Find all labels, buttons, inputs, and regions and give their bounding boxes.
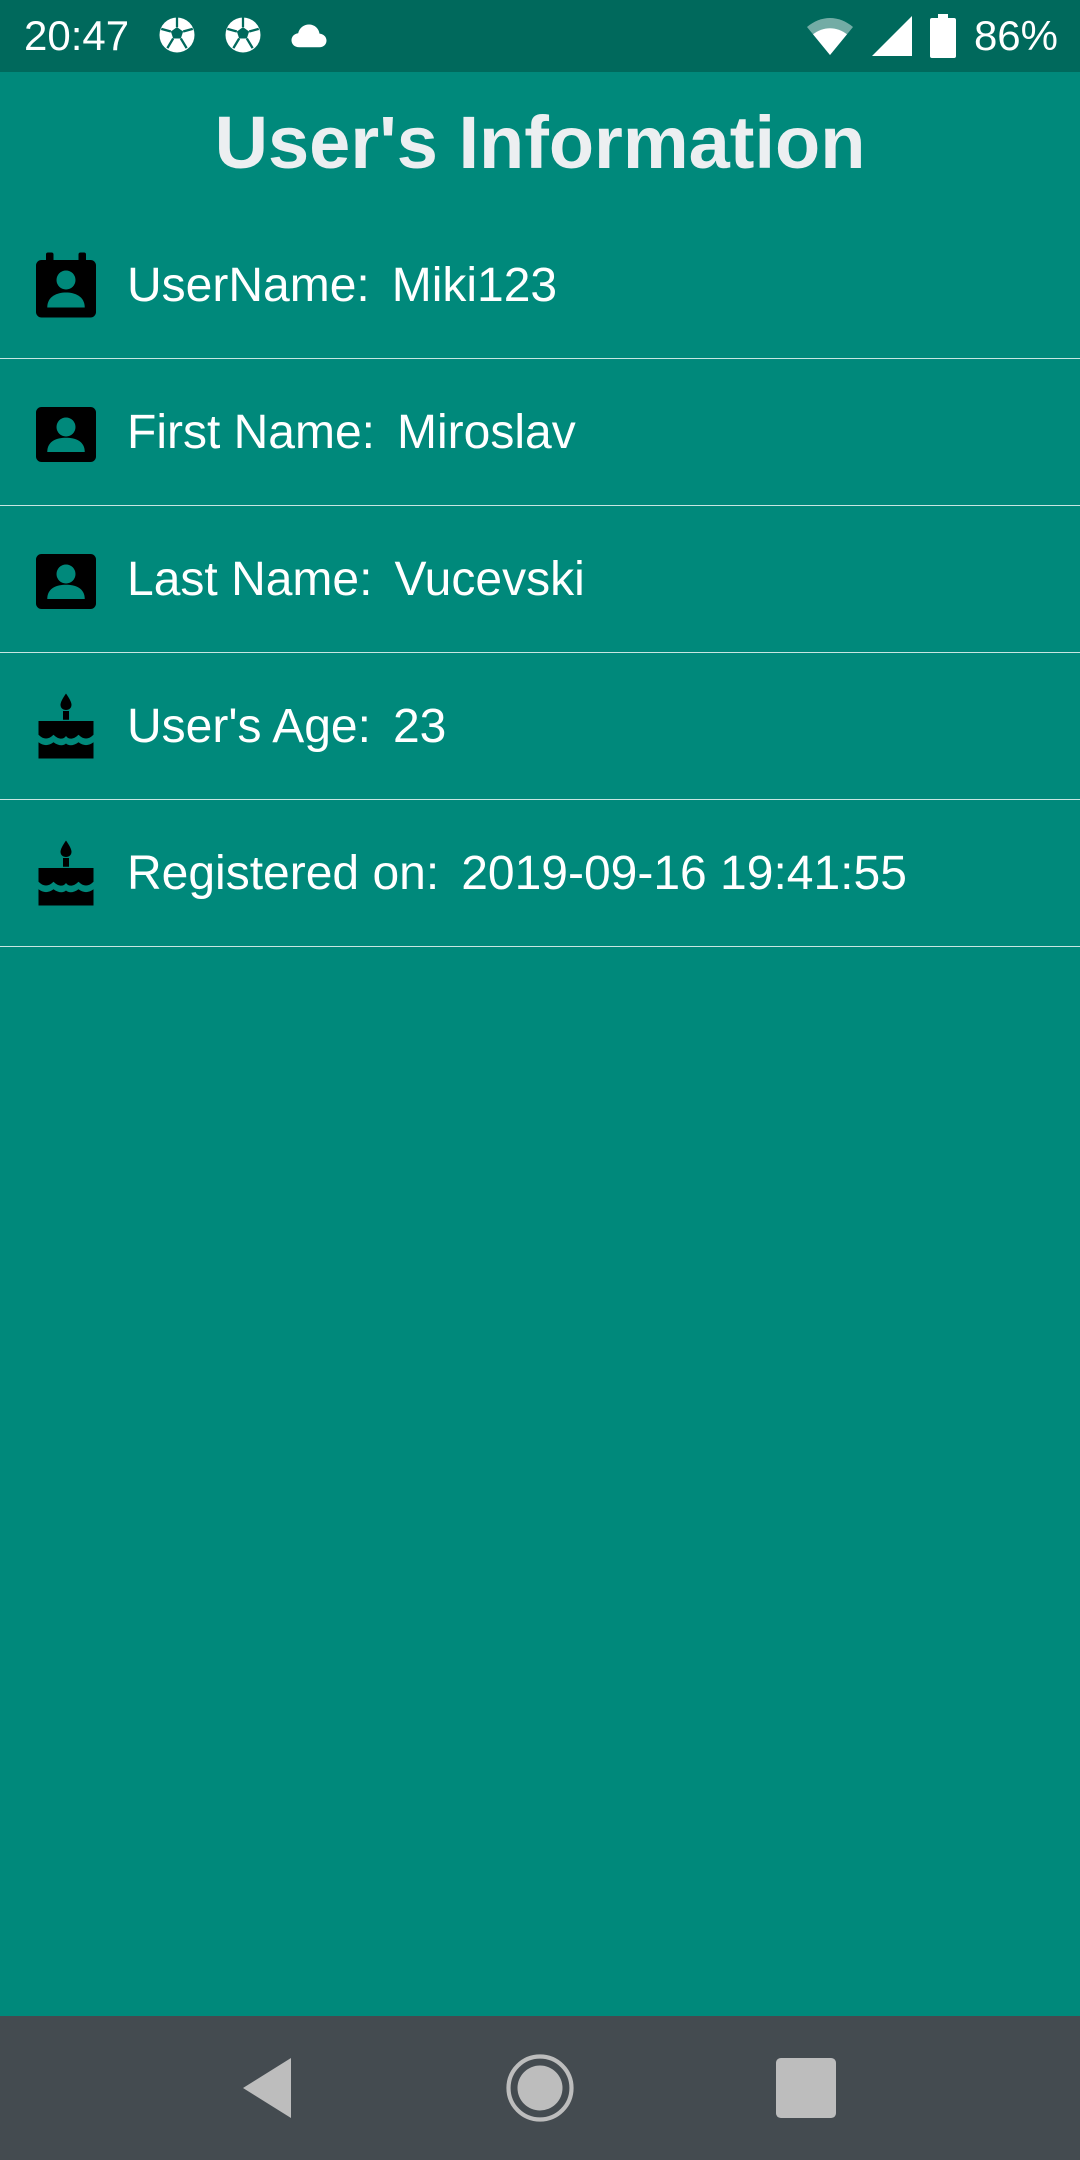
- info-row-age: User's Age: 23: [0, 653, 1080, 800]
- signal-icon: [871, 16, 912, 56]
- info-row-first-name: First Name: Miroslav: [0, 359, 1080, 506]
- battery-percent: 86%: [973, 12, 1058, 59]
- row-value: Miki123: [391, 259, 558, 312]
- row-label: UserName:: [127, 259, 370, 312]
- contact-calendar-icon: [36, 252, 96, 318]
- header: User's Information: [0, 72, 1080, 212]
- recents-icon[interactable]: [770, 2052, 842, 2124]
- cake-icon: [38, 840, 94, 906]
- cake-icon: [38, 693, 94, 759]
- back-icon[interactable]: [234, 2052, 306, 2124]
- page-title: User's Information: [214, 100, 866, 184]
- info-row-last-name: Last Name: Vucevski: [0, 506, 1080, 653]
- status-right: 86%: [806, 0, 1058, 72]
- account-box-icon: [36, 407, 96, 462]
- row-label: Registered on:: [127, 847, 440, 900]
- row-value: 2019-09-16 19:41:55: [461, 847, 907, 900]
- cloud-icon: [291, 24, 327, 48]
- status-bar: 20:47 86%: [0, 0, 1080, 72]
- battery-icon: [929, 14, 956, 58]
- account-box-icon: [36, 554, 96, 609]
- row-label: User's Age:: [127, 700, 371, 753]
- row-label: Last Name:: [127, 553, 373, 606]
- soccer-ball-icon: [225, 17, 261, 53]
- user-info-list: UserName: Miki123 First Name: Miroslav Las…: [0, 212, 1080, 947]
- soccer-ball-icon: [159, 17, 195, 53]
- row-value: Miroslav: [397, 406, 576, 459]
- row-value: 23: [392, 700, 447, 753]
- navigation-bar: [0, 2016, 1080, 2160]
- status-time: 20:47: [24, 12, 130, 59]
- info-row-username: UserName: Miki123: [0, 212, 1080, 359]
- row-label: First Name:: [127, 406, 376, 459]
- home-icon[interactable]: [504, 2052, 576, 2124]
- wifi-icon: [806, 18, 853, 55]
- row-value: Vucevski: [394, 553, 585, 606]
- info-row-registered-on: Registered on: 2019-09-16 19:41:55: [0, 800, 1080, 947]
